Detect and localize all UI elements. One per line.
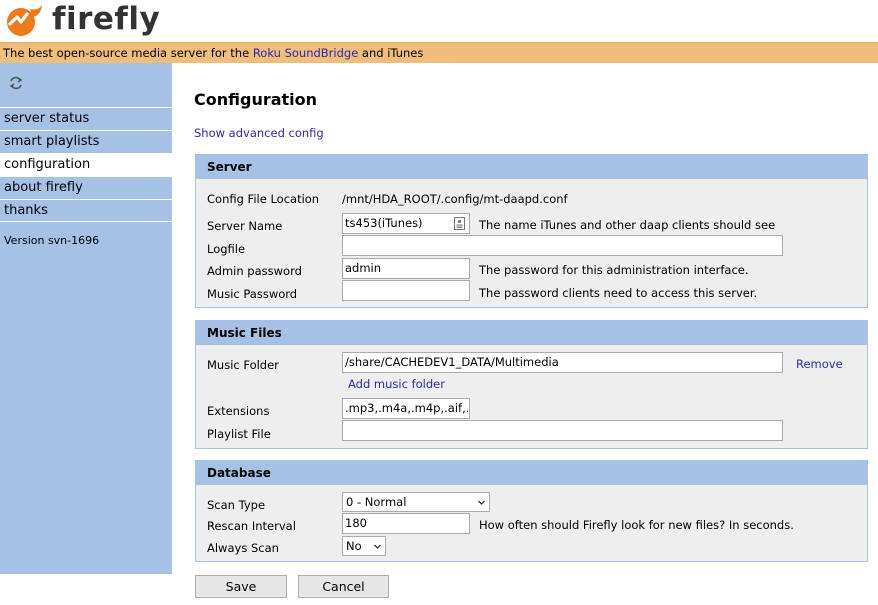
admin-password-label: Admin password [207, 264, 302, 278]
sidebar-item-server-status[interactable]: server status [0, 107, 172, 130]
tagline-link-roku[interactable]: Roku SoundBridge [253, 46, 358, 60]
music-folder-input[interactable]: /share/CACHEDEV1_DATA/Multimedia [342, 352, 783, 373]
header: firefly [0, 0, 878, 42]
database-panel: Database Scan Type 0 - Normal Rescan Int… [195, 460, 868, 562]
always-scan-label: Always Scan [207, 541, 279, 555]
extensions-input[interactable]: .mp3,.m4a,.m4p,.aif,.wav [342, 398, 470, 419]
logfile-input[interactable] [342, 235, 783, 256]
database-panel-heading: Database [196, 461, 867, 485]
music-password-hint: The password clients need to access this… [479, 286, 758, 300]
sidebar-item-thanks[interactable]: thanks [0, 199, 172, 222]
tagline-prefix: The best open-source media server for th… [3, 46, 253, 60]
add-music-folder-link[interactable]: Add music folder [348, 377, 445, 391]
chevron-down-icon [374, 544, 381, 549]
logfile-label: Logfile [207, 242, 246, 256]
config-file-value: /mnt/HDA_ROOT/.config/mt-daapd.conf [342, 192, 568, 206]
sidebar: server status smart playlists configurat… [0, 63, 172, 574]
tagline-suffix: and iTunes [358, 46, 424, 60]
server-panel: Server Config File Location /mnt/HDA_ROO… [195, 154, 868, 308]
tagline: The best open-source media server for th… [0, 42, 878, 63]
sidebar-item-about-firefly[interactable]: about firefly [0, 176, 172, 199]
playlist-file-input[interactable] [342, 420, 783, 441]
rescan-interval-input[interactable]: 180 [342, 513, 470, 534]
contact-card-icon[interactable] [454, 217, 465, 230]
music-password-label: Music Password [207, 287, 298, 301]
refresh-icon[interactable] [8, 75, 24, 91]
extensions-label: Extensions [207, 404, 270, 418]
rescan-interval-label: Rescan Interval [207, 519, 296, 533]
cancel-button[interactable]: Cancel [298, 575, 389, 598]
playlist-file-label: Playlist File [207, 427, 271, 441]
version-text: Version svn-1696 [4, 234, 100, 247]
sidebar-item-configuration[interactable]: configuration [0, 153, 172, 176]
chevron-down-icon [478, 500, 485, 505]
sidebar-item-smart-playlists[interactable]: smart playlists [0, 130, 172, 153]
admin-password-input[interactable]: admin [342, 258, 470, 279]
music-password-input[interactable] [342, 280, 470, 301]
show-advanced-config-link[interactable]: Show advanced config [194, 126, 324, 140]
remove-music-folder-link[interactable]: Remove [796, 357, 843, 371]
music-files-panel: Music Files Music Folder /share/CACHEDEV… [195, 320, 868, 449]
server-name-value: ts453(iTunes) [345, 216, 423, 230]
server-panel-heading: Server [196, 155, 867, 179]
server-name-label: Server Name [207, 219, 283, 233]
sidebar-nav: server status smart playlists configurat… [0, 107, 172, 222]
always-scan-value: No [346, 539, 362, 553]
save-button[interactable]: Save [195, 575, 287, 598]
scan-type-select[interactable]: 0 - Normal [342, 492, 490, 512]
admin-password-hint: The password for this administration int… [479, 263, 749, 277]
music-files-panel-heading: Music Files [196, 321, 867, 345]
config-file-label: Config File Location [207, 192, 320, 206]
firefly-flame-icon [7, 5, 42, 36]
logo-text: firefly [52, 1, 161, 37]
server-name-input[interactable]: ts453(iTunes) [342, 213, 470, 234]
server-name-hint: The name iTunes and other daap clients s… [479, 218, 776, 232]
always-scan-select[interactable]: No [342, 536, 386, 556]
scan-type-label: Scan Type [207, 498, 266, 512]
rescan-interval-hint: How often should Firefly look for new fi… [479, 518, 794, 532]
scan-type-value: 0 - Normal [346, 495, 407, 509]
music-folder-label: Music Folder [207, 358, 279, 372]
page-title: Configuration [194, 90, 318, 109]
